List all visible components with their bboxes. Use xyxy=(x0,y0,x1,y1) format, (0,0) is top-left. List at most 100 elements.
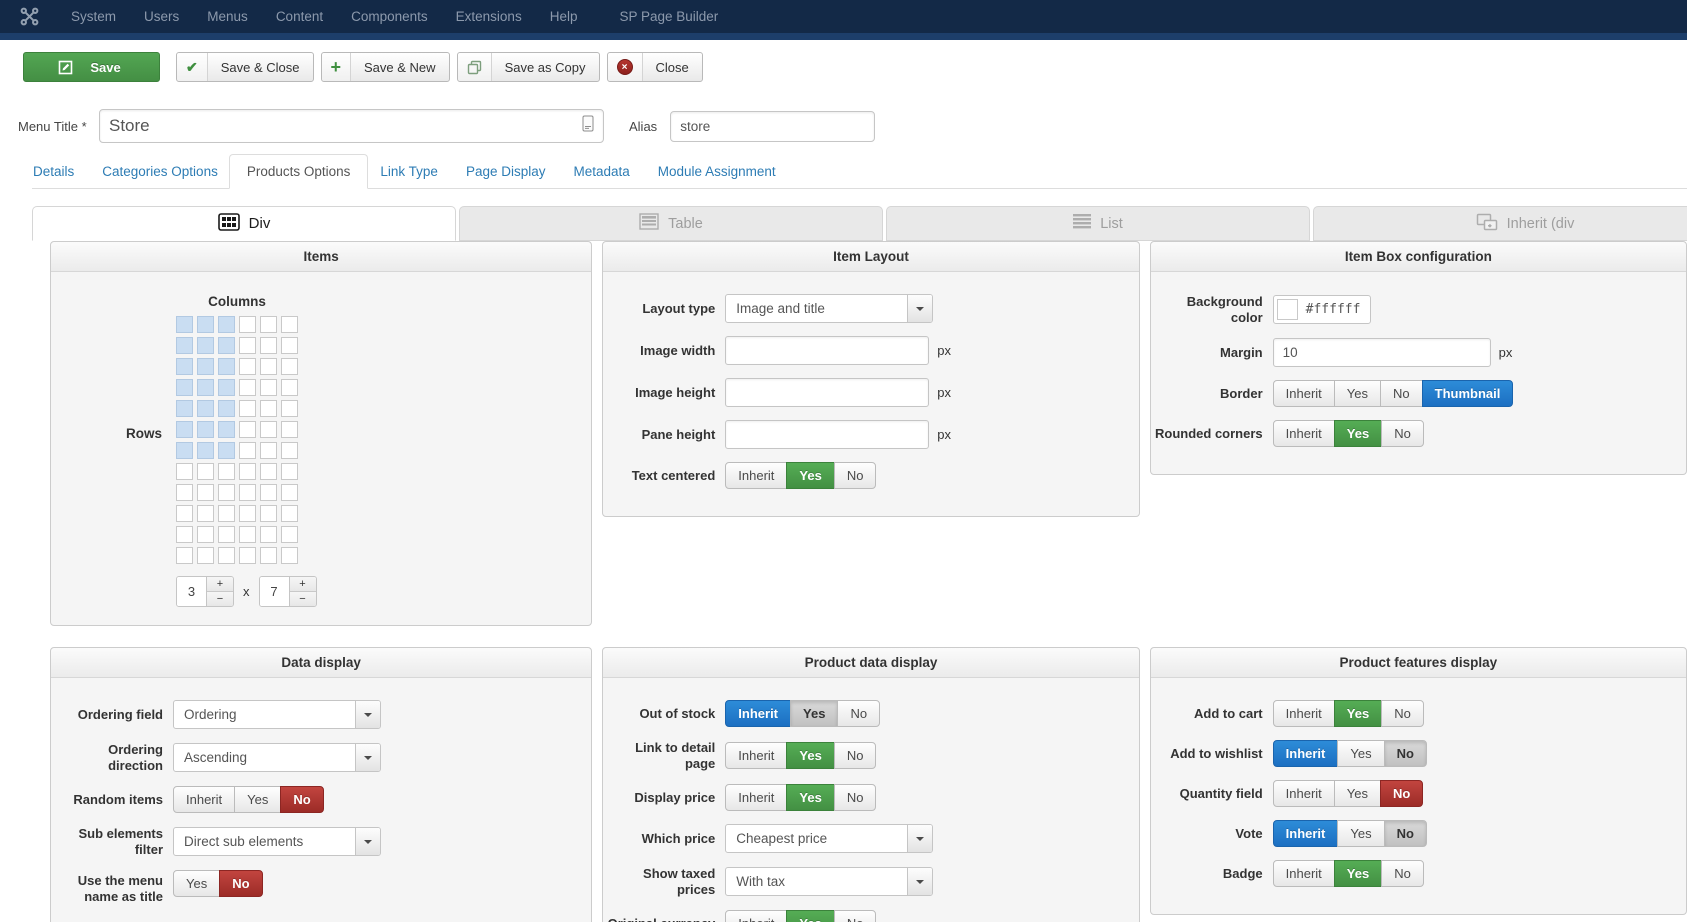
grid-cell[interactable] xyxy=(176,442,193,459)
grid-cell[interactable] xyxy=(281,358,298,375)
ordering-field-select[interactable]: Ordering xyxy=(173,700,381,729)
grid-cell[interactable] xyxy=(197,442,214,459)
grid-cell[interactable] xyxy=(197,547,214,564)
option-inherit[interactable]: Inherit xyxy=(725,910,788,922)
option-no[interactable]: No xyxy=(833,784,877,812)
nav-help[interactable]: Help xyxy=(536,0,592,33)
option-no[interactable]: No xyxy=(1383,820,1427,847)
option-inherit[interactable]: Inherit xyxy=(725,700,792,727)
grid-cell[interactable] xyxy=(239,337,256,354)
grid-cell[interactable] xyxy=(260,442,277,459)
caret-down-icon[interactable] xyxy=(355,744,380,772)
rows-decrement-button[interactable]: − xyxy=(289,592,316,606)
grid-cell[interactable] xyxy=(260,526,277,543)
grid-cell[interactable] xyxy=(260,547,277,564)
grid-cell[interactable] xyxy=(197,484,214,501)
image-height-input[interactable] xyxy=(725,378,930,407)
grid-cell[interactable] xyxy=(197,421,214,438)
option-yes[interactable]: Yes xyxy=(234,786,282,814)
save-button[interactable]: Save xyxy=(23,52,160,82)
option-yes[interactable]: Yes xyxy=(790,700,839,727)
grid-cell[interactable] xyxy=(281,442,298,459)
grid-cell[interactable] xyxy=(197,400,214,417)
grid-cell[interactable] xyxy=(218,442,235,459)
nav-sp-page-builder[interactable]: SP Page Builder xyxy=(605,0,732,33)
grid-cell[interactable] xyxy=(260,379,277,396)
grid-cell[interactable] xyxy=(197,379,214,396)
grid-cell[interactable] xyxy=(281,337,298,354)
alias-input[interactable] xyxy=(670,110,876,142)
grid-cell[interactable] xyxy=(218,421,235,438)
grid-cell[interactable] xyxy=(218,505,235,522)
caret-down-icon[interactable] xyxy=(907,295,933,322)
grid-cell[interactable] xyxy=(176,463,193,480)
option-inherit[interactable]: Inherit xyxy=(1272,740,1339,767)
margin-input[interactable] xyxy=(1272,338,1491,368)
grid-cell[interactable] xyxy=(218,358,235,375)
nav-components[interactable]: Components xyxy=(337,0,442,33)
caret-down-icon[interactable] xyxy=(907,825,933,853)
grid-cell[interactable] xyxy=(239,379,256,396)
option-inherit[interactable]: Inherit xyxy=(1272,700,1335,727)
option-no[interactable]: No xyxy=(833,742,877,770)
option-inherit[interactable]: Inherit xyxy=(1272,780,1335,807)
option-inherit[interactable]: Inherit xyxy=(725,462,788,489)
grid-cell[interactable] xyxy=(281,505,298,522)
columns-value[interactable]: 3 xyxy=(177,577,207,606)
caret-down-icon[interactable] xyxy=(907,868,933,896)
grid-cell[interactable] xyxy=(260,505,277,522)
subtab-list[interactable]: List xyxy=(886,206,1310,241)
grid-cell[interactable] xyxy=(197,463,214,480)
grid-cell[interactable] xyxy=(176,379,193,396)
grid-cell[interactable] xyxy=(281,526,298,543)
grid-cell[interactable] xyxy=(239,484,256,501)
grid-cell[interactable] xyxy=(176,547,193,564)
which-price-select[interactable]: Cheapest price xyxy=(725,824,934,854)
option-yes[interactable]: Yes xyxy=(173,870,221,898)
option-no[interactable]: No xyxy=(1383,740,1427,767)
option-thumbnail[interactable]: Thumbnail xyxy=(1421,380,1514,408)
grid-cell[interactable] xyxy=(260,463,277,480)
option-yes[interactable]: Yes xyxy=(1337,820,1385,847)
grid-cell[interactable] xyxy=(239,547,256,564)
save-and-new-button[interactable]: + Save & New xyxy=(320,52,450,82)
close-button[interactable]: × Close xyxy=(606,52,703,82)
nav-menus[interactable]: Menus xyxy=(193,0,262,33)
grid-cell[interactable] xyxy=(176,484,193,501)
option-yes[interactable]: Yes xyxy=(1333,380,1381,408)
image-width-input[interactable] xyxy=(725,336,930,365)
rows-value[interactable]: 7 xyxy=(259,577,290,606)
grid-cell[interactable] xyxy=(218,526,235,543)
save-as-copy-button[interactable]: Save as Copy xyxy=(456,52,600,82)
grid-cell[interactable] xyxy=(239,421,256,438)
rows-increment-button[interactable]: + xyxy=(289,577,316,592)
grid-cell[interactable] xyxy=(197,358,214,375)
grid-cell[interactable] xyxy=(176,358,193,375)
ordering-direction-select[interactable]: Ascending xyxy=(173,743,381,773)
grid-cell[interactable] xyxy=(176,505,193,522)
background-color-picker[interactable]: #ffffff xyxy=(1272,295,1372,325)
grid-cell[interactable] xyxy=(281,400,298,417)
grid-cell[interactable] xyxy=(281,316,298,333)
grid-cell[interactable] xyxy=(176,316,193,333)
grid-cell[interactable] xyxy=(218,316,235,333)
save-and-close-button[interactable]: ✔ Save & Close xyxy=(176,52,314,82)
grid-cell[interactable] xyxy=(281,379,298,396)
nav-users[interactable]: Users xyxy=(130,0,193,33)
grid-cell[interactable] xyxy=(239,400,256,417)
grid-cell[interactable] xyxy=(260,421,277,438)
option-yes[interactable]: Yes xyxy=(786,784,835,812)
grid-cell[interactable] xyxy=(281,484,298,501)
tab-metadata[interactable]: Metadata xyxy=(572,155,630,188)
option-no[interactable]: No xyxy=(219,870,263,898)
grid-cell[interactable] xyxy=(176,337,193,354)
option-inherit[interactable]: Inherit xyxy=(1272,380,1335,408)
grid-cell[interactable] xyxy=(218,379,235,396)
editor-toggle-icon[interactable] xyxy=(582,115,594,137)
option-no[interactable]: No xyxy=(1381,860,1424,887)
grid-cell[interactable] xyxy=(239,358,256,375)
grid-cell[interactable] xyxy=(239,316,256,333)
grid-cell[interactable] xyxy=(176,526,193,543)
option-inherit[interactable]: Inherit xyxy=(725,742,788,770)
option-yes[interactable]: Yes xyxy=(786,462,835,489)
